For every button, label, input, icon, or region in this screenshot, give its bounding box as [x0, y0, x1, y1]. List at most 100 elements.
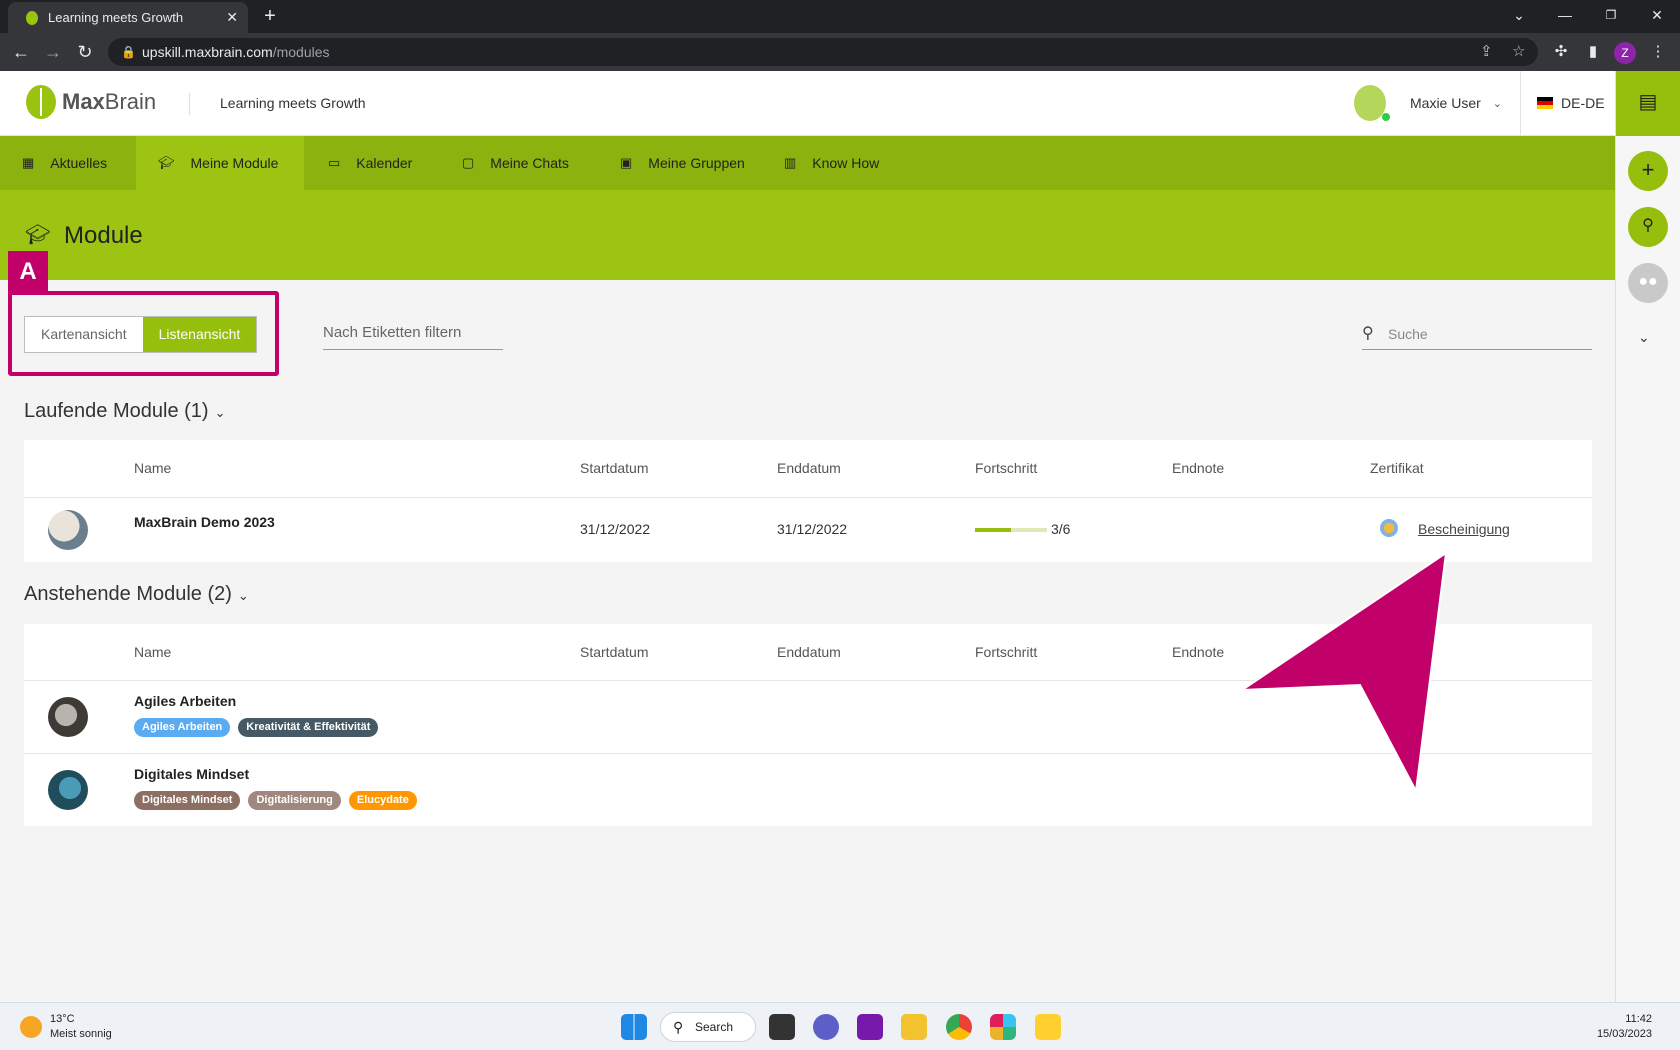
column-header-end: Enddatum: [777, 644, 841, 660]
onenote-icon[interactable]: [857, 1014, 883, 1040]
user-menu[interactable]: Maxie User ⌄: [1354, 85, 1502, 121]
module-name[interactable]: Digitales Mindset: [134, 766, 249, 782]
minimize-button[interactable]: —: [1542, 0, 1588, 33]
tag-filter-input[interactable]: Nach Etiketten filtern: [323, 320, 503, 350]
slack-icon[interactable]: [990, 1014, 1016, 1040]
back-button[interactable]: ←: [10, 41, 32, 63]
chrome-icon[interactable]: [946, 1014, 972, 1040]
nav-label: Aktuelles: [50, 155, 108, 171]
chevron-down-icon: ⌄: [237, 588, 249, 603]
tag-badge[interactable]: Digitales Mindset: [134, 791, 241, 810]
module-name[interactable]: MaxBrain Demo 2023: [134, 514, 275, 530]
task-view-icon[interactable]: [769, 1014, 795, 1040]
column-header-progress: Fortschritt: [975, 644, 1038, 660]
end-date: 31/12/2022: [777, 521, 848, 537]
browser-tab-strip: Learning meets Growth ✕ + ⌄ — ❐ ✕: [0, 0, 1680, 33]
side-panel-icon[interactable]: ▮: [1583, 42, 1603, 62]
column-header-name: Name: [134, 460, 172, 476]
chat-icon[interactable]: ▤: [1616, 71, 1680, 136]
chevron-down-icon: ⌄: [214, 405, 226, 420]
grid-icon: ▦: [22, 155, 35, 170]
logo-text-bold: Max: [62, 89, 105, 114]
running-modules-table: Name Startdatum Enddatum Fortschritt End…: [24, 440, 1592, 562]
main-navigation: ▦ Aktuelles 🎓︎ Meine Module ▭ Kalender ▢…: [0, 136, 1615, 190]
language-selector[interactable]: DE-DE: [1537, 95, 1605, 111]
search-input[interactable]: Suche: [1362, 322, 1592, 350]
new-tab-button[interactable]: +: [258, 5, 282, 29]
people-icon[interactable]: ●●: [1628, 263, 1668, 303]
add-icon[interactable]: +: [1628, 151, 1668, 191]
module-thumbnail: [48, 510, 88, 550]
progress-bar: [975, 528, 1047, 532]
user-avatar: [1354, 85, 1390, 121]
right-rail: ▤ + ⚲ ●● ⌄: [1615, 71, 1680, 1002]
browser-toolbar: ← → ↻ 🔒 upskill.maxbrain.com/modules ⇪ ☆…: [0, 33, 1680, 71]
search-icon[interactable]: ⚲: [1628, 207, 1668, 247]
column-header-certificate: Zertifikat: [1370, 460, 1424, 476]
nav-know-how[interactable]: ▥ Know How: [762, 136, 901, 190]
address-bar[interactable]: 🔒 upskill.maxbrain.com/modules ⇪ ☆: [108, 38, 1538, 66]
share-icon[interactable]: ⇪: [1480, 38, 1493, 66]
column-header-progress: Fortschritt: [975, 460, 1038, 476]
tag-badge[interactable]: Elucydate: [348, 791, 417, 810]
maxbrain-logo[interactable]: MaxBrain: [26, 85, 156, 119]
page-banner: 🎓︎ Module: [0, 190, 1615, 280]
clock-time: 11:42: [1625, 1013, 1652, 1025]
restore-button[interactable]: ❐: [1588, 0, 1634, 33]
url-path: /modules: [272, 44, 330, 60]
running-modules-heading[interactable]: Laufende Module (1) ⌄: [24, 400, 225, 423]
windows-start-icon[interactable]: [621, 1014, 647, 1040]
calendar-icon: ▭: [328, 155, 341, 170]
tab-search-chevron-icon[interactable]: ⌄: [1496, 0, 1542, 33]
url-domain: upskill.maxbrain.com: [142, 44, 273, 60]
annotation-highlight-box: [8, 291, 279, 376]
logo-text-rest: Brain: [104, 89, 157, 114]
nav-meine-gruppen[interactable]: ▣ Meine Gruppen: [598, 136, 767, 190]
module-name[interactable]: Agiles Arbeiten: [134, 693, 236, 709]
app-header: MaxBrain Learning meets Growth Maxie Use…: [0, 71, 1615, 136]
user-name: Maxie User: [1410, 95, 1481, 111]
browser-tab[interactable]: Learning meets Growth ✕: [8, 2, 248, 33]
profile-avatar[interactable]: Z: [1614, 42, 1636, 64]
chevron-down-icon[interactable]: ⌄: [1638, 329, 1650, 346]
nav-aktuelles[interactable]: ▦ Aktuelles: [0, 136, 129, 190]
nav-label: Know How: [812, 155, 880, 171]
taskbar-search[interactable]: ⚲ Search: [660, 1012, 756, 1042]
brain-icon: [26, 85, 56, 119]
start-date: 31/12/2022: [580, 521, 651, 537]
graduation-cap-icon: 🎓︎: [25, 224, 51, 246]
maxbrain-favicon-icon: [26, 10, 38, 25]
weather-widget[interactable]: 13°C Meist sonnig: [50, 1012, 112, 1042]
tag-badge[interactable]: Digitalisierung: [248, 791, 341, 810]
language-code: DE-DE: [1561, 95, 1605, 111]
browser-menu-icon[interactable]: ⋮: [1648, 42, 1668, 62]
close-window-button[interactable]: ✕: [1634, 0, 1680, 33]
reload-button[interactable]: ↻: [74, 41, 96, 63]
logo-text: MaxBrain: [62, 89, 156, 115]
tag-badge[interactable]: Agiles Arbeiten: [134, 718, 231, 737]
tag-badge[interactable]: Kreativität & Effektivität: [238, 718, 379, 737]
nav-label: Meine Module: [190, 155, 279, 171]
upcoming-modules-heading[interactable]: Anstehende Module (2) ⌄: [24, 583, 249, 606]
close-tab-icon[interactable]: ✕: [226, 9, 238, 26]
tag-list: Agiles Arbeiten Kreativität & Effektivit…: [134, 718, 379, 737]
teams-chat-icon[interactable]: [813, 1014, 839, 1040]
extensions-icon[interactable]: ✣: [1551, 42, 1571, 62]
nav-meine-chats[interactable]: ▢ Meine Chats: [440, 136, 591, 190]
bookmark-star-icon[interactable]: ☆: [1512, 38, 1525, 66]
nav-label: Kalender: [356, 155, 413, 171]
column-header-grade: Endnote: [1172, 644, 1225, 660]
progress-text: 3/6: [1051, 521, 1071, 537]
certificate-link[interactable]: Bescheinigung: [1418, 521, 1510, 537]
nav-meine-module[interactable]: 🎓︎ Meine Module: [136, 136, 304, 190]
file-explorer-icon[interactable]: [901, 1014, 927, 1040]
group-icon: ▣: [620, 155, 633, 170]
system-clock[interactable]: 11:42 15/03/2023: [1597, 1012, 1652, 1042]
miro-icon[interactable]: [1035, 1014, 1061, 1040]
tab-title: Learning meets Growth: [48, 10, 184, 25]
tag-list: Digitales Mindset Digitalisierung Elucyd…: [134, 791, 417, 810]
forward-button[interactable]: →: [42, 41, 64, 63]
nav-kalender[interactable]: ▭ Kalender: [306, 136, 434, 190]
chat-box-icon: ▢: [462, 155, 475, 170]
module-thumbnail: [48, 770, 88, 810]
